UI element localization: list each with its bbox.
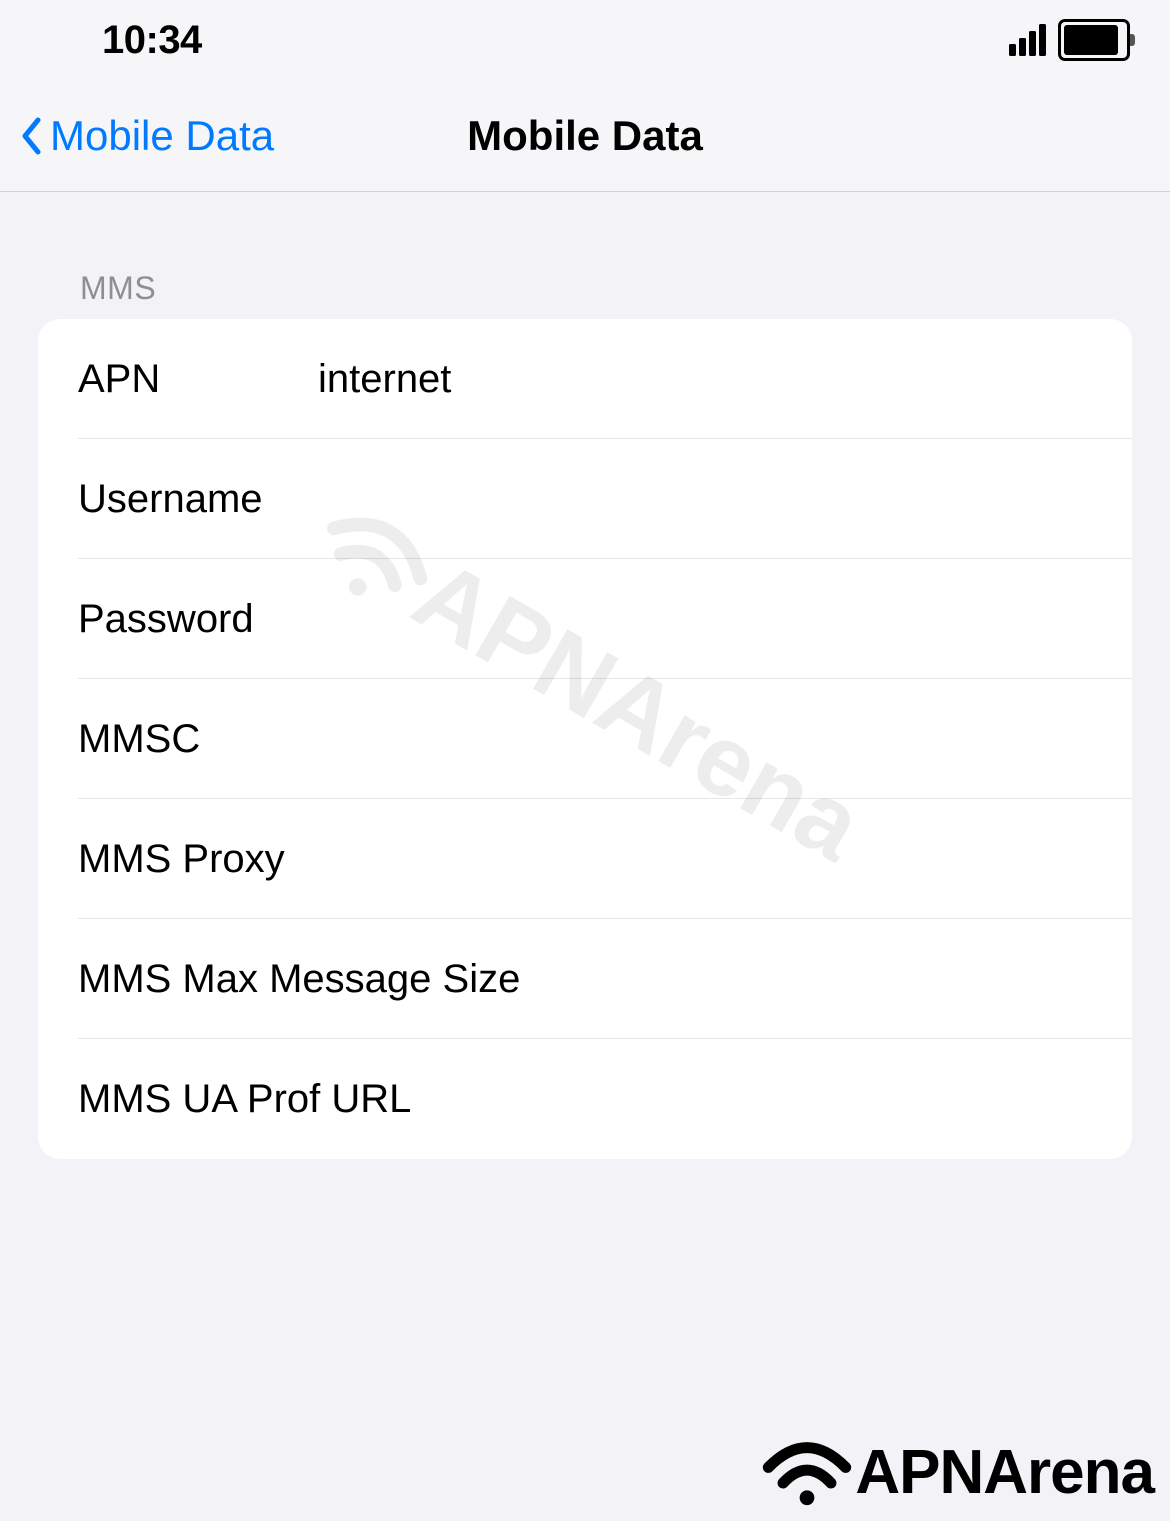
setting-row-username[interactable]: Username	[38, 439, 1132, 559]
password-input[interactable]	[254, 597, 1132, 642]
setting-row-mmsc[interactable]: MMSC	[38, 679, 1132, 799]
setting-label-apn: APN	[78, 357, 318, 402]
settings-group-mms: APN Username Password MMSC MMS Proxy MMS…	[38, 319, 1132, 1159]
back-label: Mobile Data	[50, 112, 274, 160]
setting-row-mmsua[interactable]: MMS UA Prof URL	[38, 1039, 1132, 1159]
setting-label-username: Username	[78, 477, 263, 522]
setting-label-mmsc: MMSC	[78, 717, 200, 762]
wifi-icon	[761, 1435, 853, 1509]
status-time: 10:34	[102, 18, 202, 63]
setting-label-password: Password	[78, 597, 254, 642]
mmsproxy-input[interactable]	[285, 837, 1132, 882]
back-button[interactable]: Mobile Data	[20, 112, 274, 160]
status-right	[1009, 19, 1130, 61]
content: MMS APN Username Password MMSC MMS Proxy…	[0, 192, 1170, 1159]
page-title: Mobile Data	[467, 112, 703, 160]
setting-row-mmsproxy[interactable]: MMS Proxy	[38, 799, 1132, 919]
setting-label-mmsua: MMS UA Prof URL	[78, 1077, 411, 1122]
chevron-left-icon	[20, 117, 42, 155]
cellular-signal-icon	[1009, 24, 1046, 56]
setting-row-apn[interactable]: APN	[38, 319, 1132, 439]
setting-row-mmsmax[interactable]: MMS Max Message Size	[38, 919, 1132, 1039]
mmsua-input[interactable]	[411, 1077, 1132, 1122]
footer-brand: APNArena	[761, 1435, 1154, 1509]
navigation-bar: Mobile Data Mobile Data	[0, 80, 1170, 192]
section-header-mms: MMS	[0, 270, 1170, 319]
mmsc-input[interactable]	[200, 717, 1132, 762]
battery-icon	[1058, 19, 1130, 61]
mmsmax-input[interactable]	[520, 957, 1132, 1002]
status-bar: 10:34	[0, 0, 1170, 80]
apn-input[interactable]	[318, 357, 1132, 402]
setting-label-mmsproxy: MMS Proxy	[78, 837, 285, 882]
setting-label-mmsmax: MMS Max Message Size	[78, 957, 520, 1002]
footer-brand-text: APNArena	[855, 1437, 1154, 1508]
setting-row-password[interactable]: Password	[38, 559, 1132, 679]
username-input[interactable]	[263, 477, 1132, 522]
